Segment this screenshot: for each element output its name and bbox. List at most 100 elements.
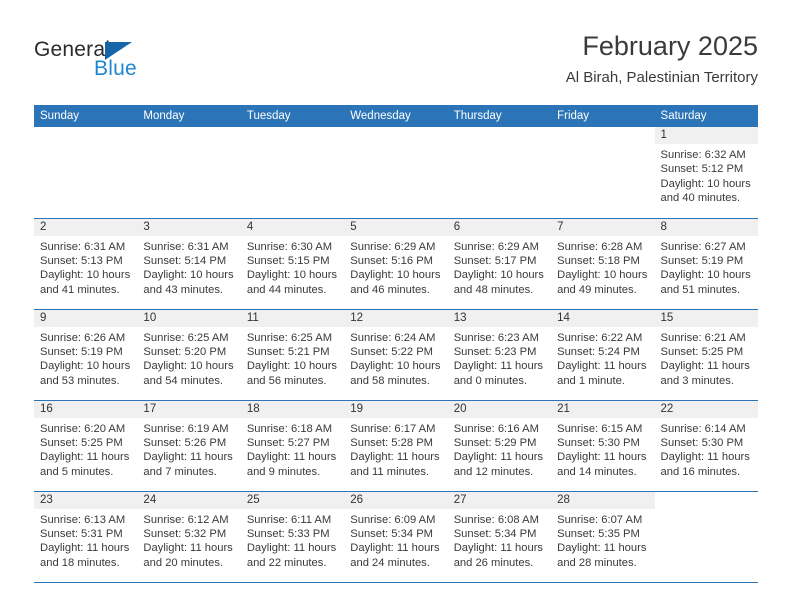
daylight-text-line2: and 22 minutes.: [246, 556, 327, 569]
weekday-header-monday: Monday: [137, 105, 241, 127]
sunset-text: Sunset: 5:25 PM: [40, 436, 123, 449]
day-details: Sunrise: 6:25 AM Sunset: 5:20 PM Daylight:…: [137, 327, 240, 389]
calendar-day-cell[interactable]: 13 Sunrise: 6:23 AM Sunset: 5:23 PM Dayligh…: [447, 308, 552, 400]
calendar-week-row: 1 Sunrise: 6:32 AM Sunset: 5:12 PM Daylight…: [34, 127, 758, 218]
sunset-text: Sunset: 5:18 PM: [557, 254, 640, 267]
daylight-text-line2: and 28 minutes.: [557, 556, 637, 569]
calendar-day-cell-empty: [551, 127, 655, 218]
calendar-day-cell[interactable]: 9 Sunrise: 6:26 AM Sunset: 5:19 PM Daylight…: [34, 308, 138, 400]
calendar-day-cell[interactable]: 16 Sunrise: 6:20 AM Sunset: 5:25 PM Dayligh…: [34, 399, 138, 491]
calendar-grid: Sunday Monday Tuesday Wednesday Thursday…: [34, 105, 758, 582]
day-number: 20: [447, 400, 552, 418]
day-details: Sunrise: 6:27 AM Sunset: 5:19 PM Daylight:…: [655, 236, 758, 298]
calendar-day-cell[interactable]: 24 Sunrise: 6:12 AM Sunset: 5:32 PM Dayligh…: [137, 490, 241, 582]
day-number: 12: [344, 309, 448, 327]
sunset-text: Sunset: 5:30 PM: [660, 436, 744, 449]
sunset-text: Sunset: 5:14 PM: [143, 254, 227, 267]
sunrise-text: Sunrise: 6:27 AM: [660, 240, 746, 253]
logo-text-blue: Blue: [94, 57, 137, 80]
day-number: 2: [34, 218, 138, 236]
day-details: Sunrise: 6:18 AM Sunset: 5:27 PM Daylight:…: [241, 418, 344, 480]
calendar-day-cell[interactable]: 7 Sunrise: 6:28 AM Sunset: 5:18 PM Daylight…: [551, 217, 655, 309]
daylight-text-line2: and 49 minutes.: [557, 283, 637, 296]
sunset-text: Sunset: 5:25 PM: [660, 345, 744, 358]
calendar-day-cell[interactable]: 15 Sunrise: 6:21 AM Sunset: 5:25 PM Dayligh…: [654, 308, 758, 400]
day-number: 13: [447, 309, 552, 327]
daylight-text-line2: and 7 minutes.: [143, 465, 217, 478]
daylight-text-line2: and 20 minutes.: [143, 556, 224, 569]
weekday-header-wednesday: Wednesday: [344, 105, 448, 127]
calendar-day-cell[interactable]: 8 Sunrise: 6:27 AM Sunset: 5:19 PM Daylight…: [654, 217, 758, 309]
sunrise-text: Sunrise: 6:32 AM: [660, 149, 746, 161]
daylight-text-line1: Daylight: 11 hours: [453, 542, 544, 555]
calendar-day-cell[interactable]: 28 Sunrise: 6:07 AM Sunset: 5:35 PM Dayligh…: [551, 490, 655, 582]
day-number: 10: [137, 309, 241, 327]
weekday-header-saturday: Saturday: [654, 105, 758, 127]
daylight-text-line1: Daylight: 10 hours: [40, 269, 131, 282]
daylight-text-line2: and 3 minutes.: [660, 374, 734, 387]
sunrise-text: Sunrise: 6:08 AM: [453, 513, 539, 526]
calendar-day-cell[interactable]: 20 Sunrise: 6:16 AM Sunset: 5:29 PM Dayligh…: [447, 399, 552, 491]
day-number: 27: [447, 491, 552, 509]
sunrise-text: Sunrise: 6:28 AM: [557, 240, 643, 253]
day-number: 6: [447, 218, 552, 236]
daylight-text-line1: Daylight: 11 hours: [453, 360, 544, 373]
daylight-text-line1: Daylight: 11 hours: [557, 360, 647, 373]
calendar-day-cell[interactable]: 21 Sunrise: 6:15 AM Sunset: 5:30 PM Dayligh…: [551, 399, 655, 491]
calendar-day-cell[interactable]: 1 Sunrise: 6:32 AM Sunset: 5:12 PM Daylight…: [654, 127, 758, 218]
calendar-week-row: 2 Sunrise: 6:31 AM Sunset: 5:13 PM Daylight…: [34, 217, 758, 309]
sunrise-text: Sunrise: 6:11 AM: [246, 513, 332, 526]
day-details: Sunrise: 6:29 AM Sunset: 5:17 PM Daylight:…: [448, 236, 551, 298]
sunset-text: Sunset: 5:20 PM: [143, 345, 227, 358]
day-details: Sunrise: 6:17 AM Sunset: 5:28 PM Daylight:…: [344, 418, 447, 480]
day-number: 16: [34, 400, 138, 418]
sunrise-text: Sunrise: 6:14 AM: [660, 422, 746, 435]
day-details: Sunrise: 6:28 AM Sunset: 5:18 PM Daylight:…: [551, 236, 654, 298]
calendar-day-cell[interactable]: 12 Sunrise: 6:24 AM Sunset: 5:22 PM Dayligh…: [344, 308, 448, 400]
sunrise-text: Sunrise: 6:18 AM: [246, 422, 333, 435]
calendar-day-cell[interactable]: 22 Sunrise: 6:14 AM Sunset: 5:30 PM Dayligh…: [654, 399, 758, 491]
sunset-text: Sunset: 5:34 PM: [350, 527, 433, 540]
general-blue-logo[interactable]: General Blue: [34, 38, 234, 88]
day-number: 5: [344, 218, 448, 236]
calendar-body: 1 Sunrise: 6:32 AM Sunset: 5:12 PM Daylight…: [34, 127, 758, 582]
calendar-day-cell[interactable]: 27 Sunrise: 6:08 AM Sunset: 5:34 PM Dayligh…: [447, 490, 552, 582]
daylight-text-line2: and 58 minutes.: [350, 374, 430, 387]
sunset-text: Sunset: 5:24 PM: [557, 345, 640, 358]
daylight-text-line1: Daylight: 11 hours: [40, 542, 130, 555]
calendar-day-cell[interactable]: 6 Sunrise: 6:29 AM Sunset: 5:17 PM Daylight…: [447, 217, 552, 309]
day-details: Sunrise: 6:24 AM Sunset: 5:22 PM Daylight:…: [344, 327, 447, 389]
day-details: Sunrise: 6:09 AM Sunset: 5:34 PM Daylight:…: [344, 509, 447, 571]
day-details: Sunrise: 6:22 AM Sunset: 5:24 PM Daylight:…: [551, 327, 654, 389]
calendar-day-cell[interactable]: 23 Sunrise: 6:13 AM Sunset: 5:31 PM Dayligh…: [34, 490, 138, 582]
calendar-day-cell[interactable]: 14 Sunrise: 6:22 AM Sunset: 5:24 PM Dayligh…: [551, 308, 655, 400]
calendar-day-cell[interactable]: 10 Sunrise: 6:25 AM Sunset: 5:20 PM Dayligh…: [137, 308, 241, 400]
daylight-text-line1: Daylight: 11 hours: [557, 451, 647, 464]
sunset-text: Sunset: 5:22 PM: [350, 345, 433, 358]
calendar-day-cell[interactable]: 18 Sunrise: 6:18 AM Sunset: 5:27 PM Dayligh…: [240, 399, 345, 491]
day-number: [655, 492, 758, 509]
sunrise-text: Sunrise: 6:09 AM: [350, 513, 436, 526]
calendar-day-cell[interactable]: 17 Sunrise: 6:19 AM Sunset: 5:26 PM Dayligh…: [137, 399, 241, 491]
calendar-day-cell[interactable]: 25 Sunrise: 6:11 AM Sunset: 5:33 PM Dayligh…: [240, 490, 345, 582]
calendar-day-cell[interactable]: 4 Sunrise: 6:30 AM Sunset: 5:15 PM Daylight…: [240, 217, 345, 309]
calendar-day-cell[interactable]: 26 Sunrise: 6:09 AM Sunset: 5:34 PM Dayligh…: [344, 490, 448, 582]
calendar-day-cell[interactable]: 3 Sunrise: 6:31 AM Sunset: 5:14 PM Daylight…: [137, 217, 241, 309]
daylight-text-line1: Daylight: 11 hours: [660, 360, 750, 373]
calendar-week-row: 9 Sunrise: 6:26 AM Sunset: 5:19 PM Daylight…: [34, 308, 758, 400]
day-number: 3: [137, 218, 241, 236]
calendar-day-cell[interactable]: 11 Sunrise: 6:25 AM Sunset: 5:21 PM Dayligh…: [240, 308, 345, 400]
calendar-day-cell[interactable]: 2 Sunrise: 6:31 AM Sunset: 5:13 PM Daylight…: [34, 217, 138, 309]
daylight-text-line2: and 9 minutes.: [246, 465, 321, 478]
day-number: 24: [137, 491, 241, 509]
sunrise-text: Sunrise: 6:23 AM: [453, 331, 539, 344]
day-number: 4: [240, 218, 345, 236]
sunrise-text: Sunrise: 6:31 AM: [143, 240, 229, 253]
calendar-day-cell[interactable]: 19 Sunrise: 6:17 AM Sunset: 5:28 PM Dayligh…: [344, 399, 448, 491]
calendar-day-cell-empty: [447, 127, 552, 218]
day-number: 9: [34, 309, 138, 327]
daylight-text-line1: Daylight: 10 hours: [143, 269, 234, 282]
sunset-text: Sunset: 5:34 PM: [453, 527, 537, 540]
calendar-day-cell[interactable]: 5 Sunrise: 6:29 AM Sunset: 5:16 PM Daylight…: [344, 217, 448, 309]
daylight-text-line2: and 56 minutes.: [246, 374, 327, 387]
